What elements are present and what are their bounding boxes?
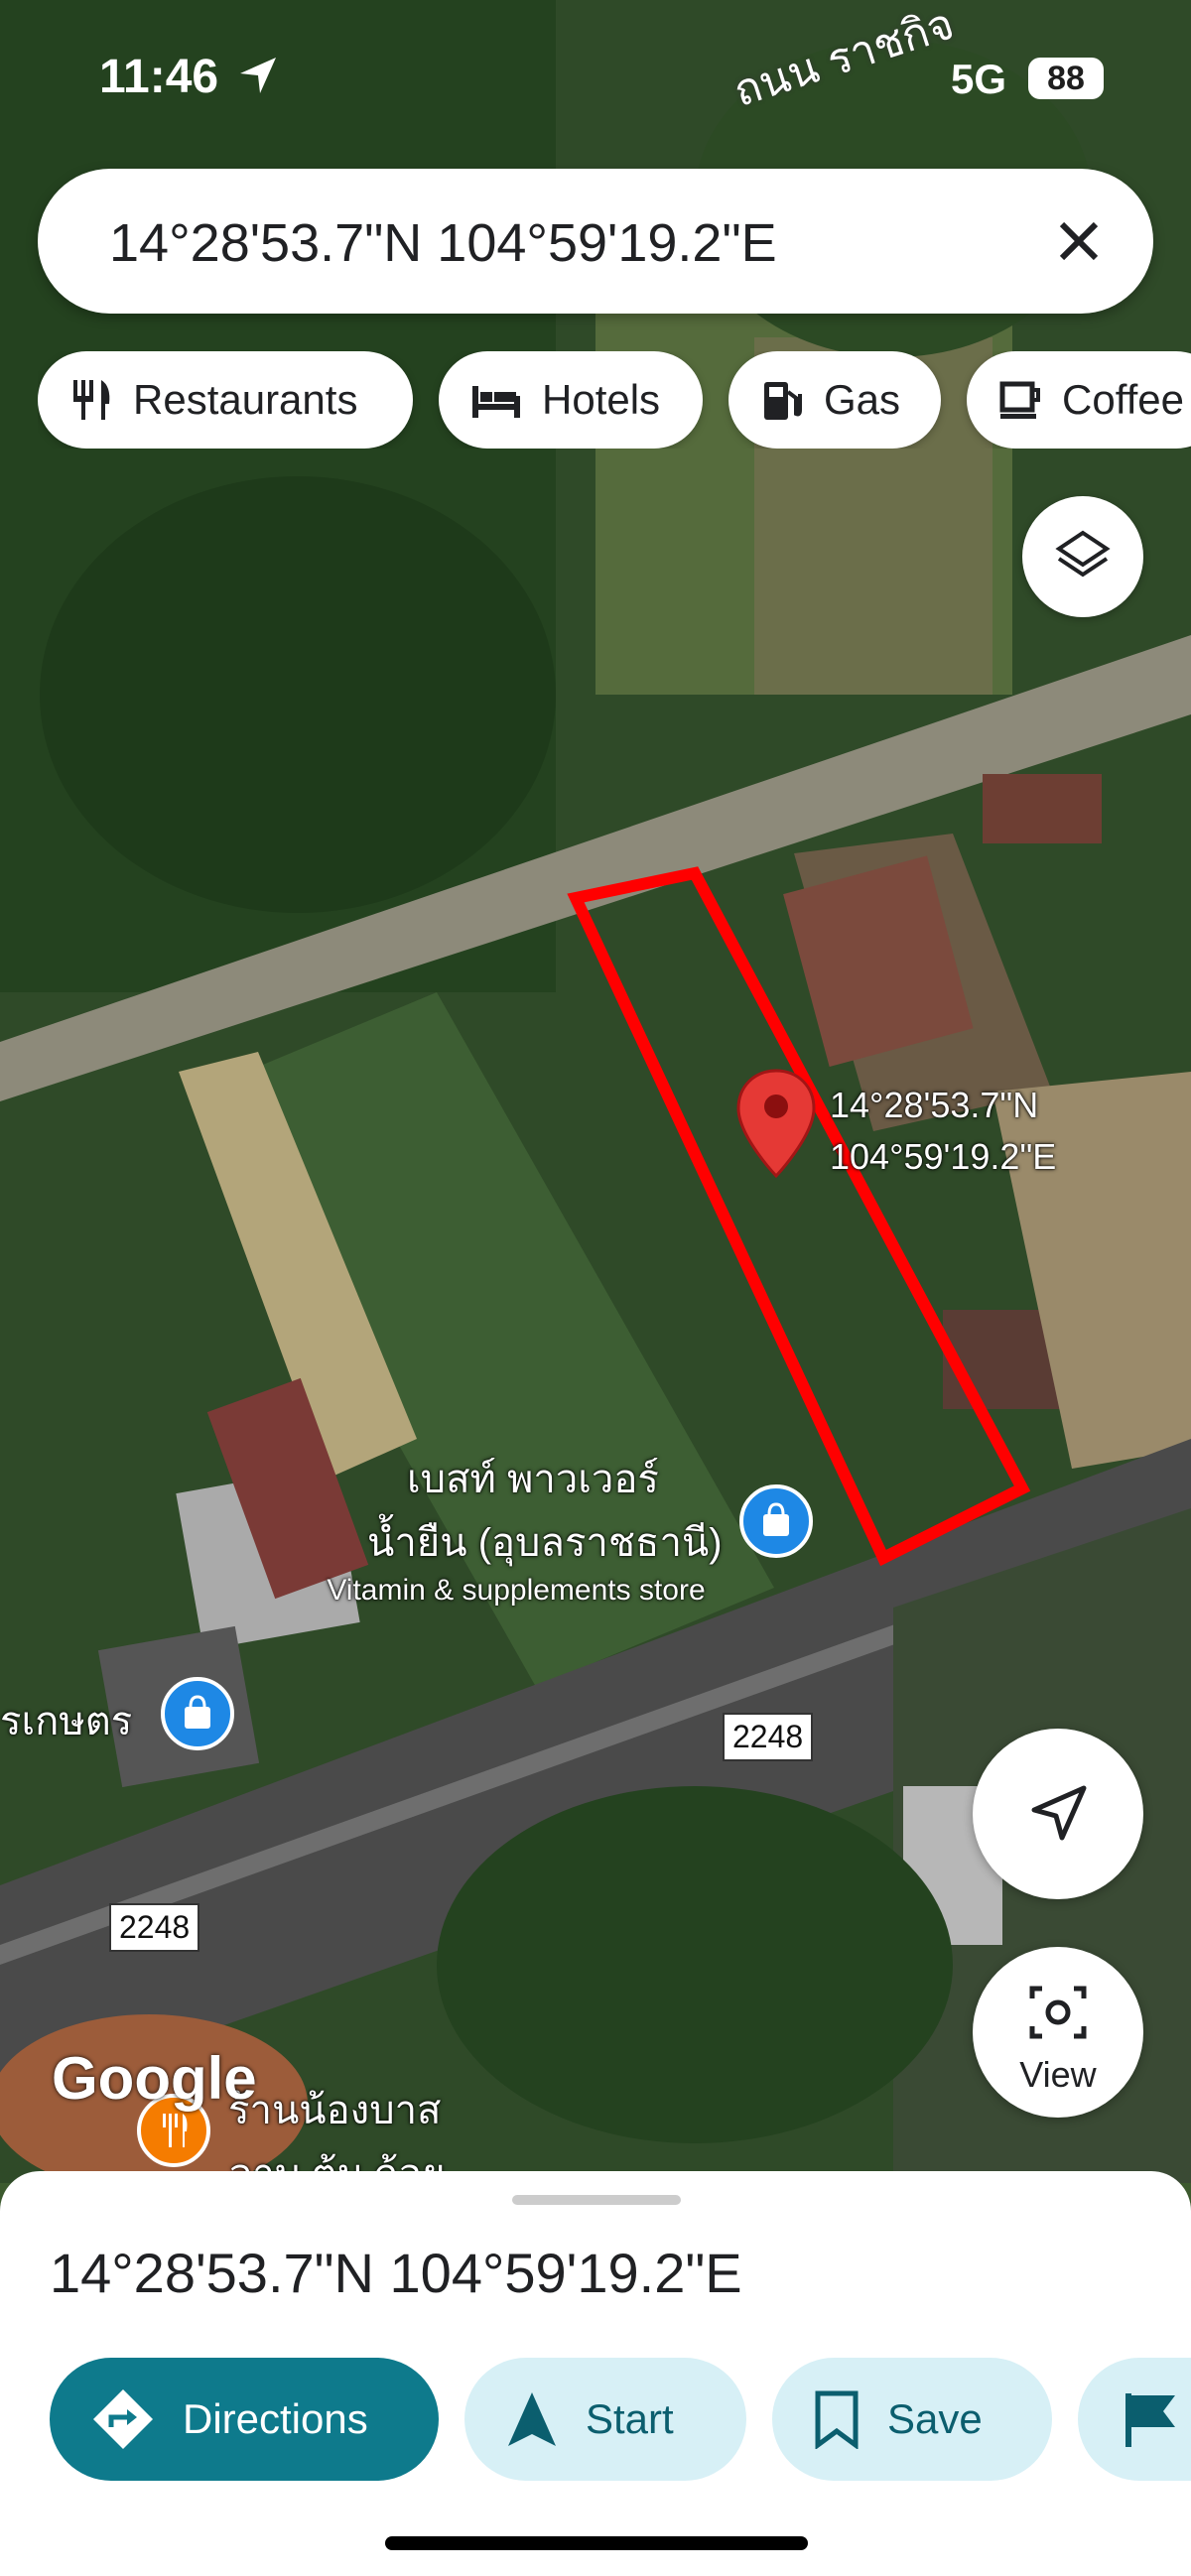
poi-label-supplements[interactable]: เบสท์ พาวเวอร์ น้ำยืน (อุบลราชธานี) Vita… (288, 1447, 744, 1608)
save-label: Save (887, 2395, 983, 2442)
pin-lat: 14°28'53.7"N (830, 1085, 1039, 1125)
poi-category: Vitamin & supplements store (327, 1574, 706, 1607)
gas-pump-icon (764, 382, 802, 420)
chip-gas[interactable]: Gas (728, 351, 941, 449)
road-shield: 2248 (109, 1903, 200, 1952)
directions-button[interactable]: Directions (50, 2358, 439, 2481)
battery-indicator: 88 (1028, 58, 1104, 99)
chip-restaurants[interactable]: Restaurants (38, 351, 413, 449)
poi-label-restaurant[interactable]: ร้านน้องบาส ลาบ ต้ม ก้อย (228, 2078, 446, 2183)
layers-icon (1055, 530, 1111, 578)
chip-label: Hotels (542, 376, 661, 423)
pin-label: 14°28'53.7"N 104°59'19.2"E (830, 1080, 1056, 1183)
save-button[interactable]: Save (772, 2358, 1052, 2481)
label-button[interactable] (1078, 2358, 1191, 2481)
chip-label: Coffee (1062, 376, 1184, 423)
map-view[interactable]: 11:46 ถนน ราชกิจ 5G 88 14°28'53.7"N 104°… (0, 0, 1191, 2183)
bookmark-icon (815, 2390, 859, 2449)
status-bar: 11:46 ถนน ราชกิจ 5G 88 (0, 0, 1191, 149)
poi-name-line2: น้ำยืน (อุบลราชธานี) (367, 1521, 723, 1565)
camera-scan-icon (1029, 1986, 1087, 2039)
chip-label: Restaurants (133, 376, 358, 423)
flag-icon (1125, 2393, 1175, 2447)
poi-label-agri[interactable]: รเกษตร (0, 1689, 132, 1752)
bed-icon (472, 386, 520, 418)
fork-knife-icon (73, 380, 110, 420)
chip-coffee[interactable]: Coffee (967, 351, 1191, 449)
directions-label: Directions (183, 2395, 368, 2442)
status-time: 11:46 (99, 51, 219, 103)
navigation-icon (508, 2392, 556, 2446)
poi-name-line1: ร้านน้องบาส (228, 2089, 442, 2132)
location-pin-icon[interactable] (734, 1067, 818, 1184)
action-buttons: Directions Start Save (0, 2358, 1191, 2481)
shopping-bag-icon[interactable] (161, 1677, 234, 1750)
search-input[interactable]: 14°28'53.7"N 104°59'19.2"E (109, 212, 777, 274)
shopping-bag-icon[interactable] (739, 1484, 813, 1558)
google-logo: Google (52, 2045, 257, 2112)
home-indicator (385, 2536, 808, 2550)
chip-hotels[interactable]: Hotels (439, 351, 703, 449)
layers-button[interactable] (1022, 496, 1143, 617)
road-label: ถนน ราชกิจ (728, 0, 960, 117)
my-location-button[interactable] (973, 1729, 1143, 1899)
start-label: Start (586, 2395, 674, 2442)
location-arrow-icon (240, 58, 276, 93)
view-label: View (1019, 2054, 1097, 2095)
start-button[interactable]: Start (464, 2358, 746, 2481)
bottom-sheet[interactable]: 14°28'53.7"N 104°59'19.2"E Directions St… (0, 2171, 1191, 2576)
chip-label: Gas (824, 376, 901, 423)
drag-handle[interactable] (512, 2195, 681, 2205)
category-chips: Restaurants Hotels Gas Coffee (38, 351, 1191, 449)
coffee-cup-icon (999, 381, 1040, 419)
poi-name-line1: เบสท์ พาวเวอร์ (407, 1458, 659, 1501)
directions-icon (93, 2389, 153, 2449)
place-title: 14°28'53.7"N 104°59'19.2"E (50, 2242, 742, 2304)
road-shield: 2248 (723, 1713, 814, 1761)
close-icon[interactable] (1044, 206, 1114, 276)
view-button[interactable]: View (973, 1947, 1143, 2118)
navigation-arrow-icon (1031, 1785, 1087, 1841)
search-bar[interactable]: 14°28'53.7"N 104°59'19.2"E (38, 169, 1153, 314)
pin-lng: 104°59'19.2"E (830, 1136, 1057, 1177)
network-label: 5G (951, 56, 1007, 102)
